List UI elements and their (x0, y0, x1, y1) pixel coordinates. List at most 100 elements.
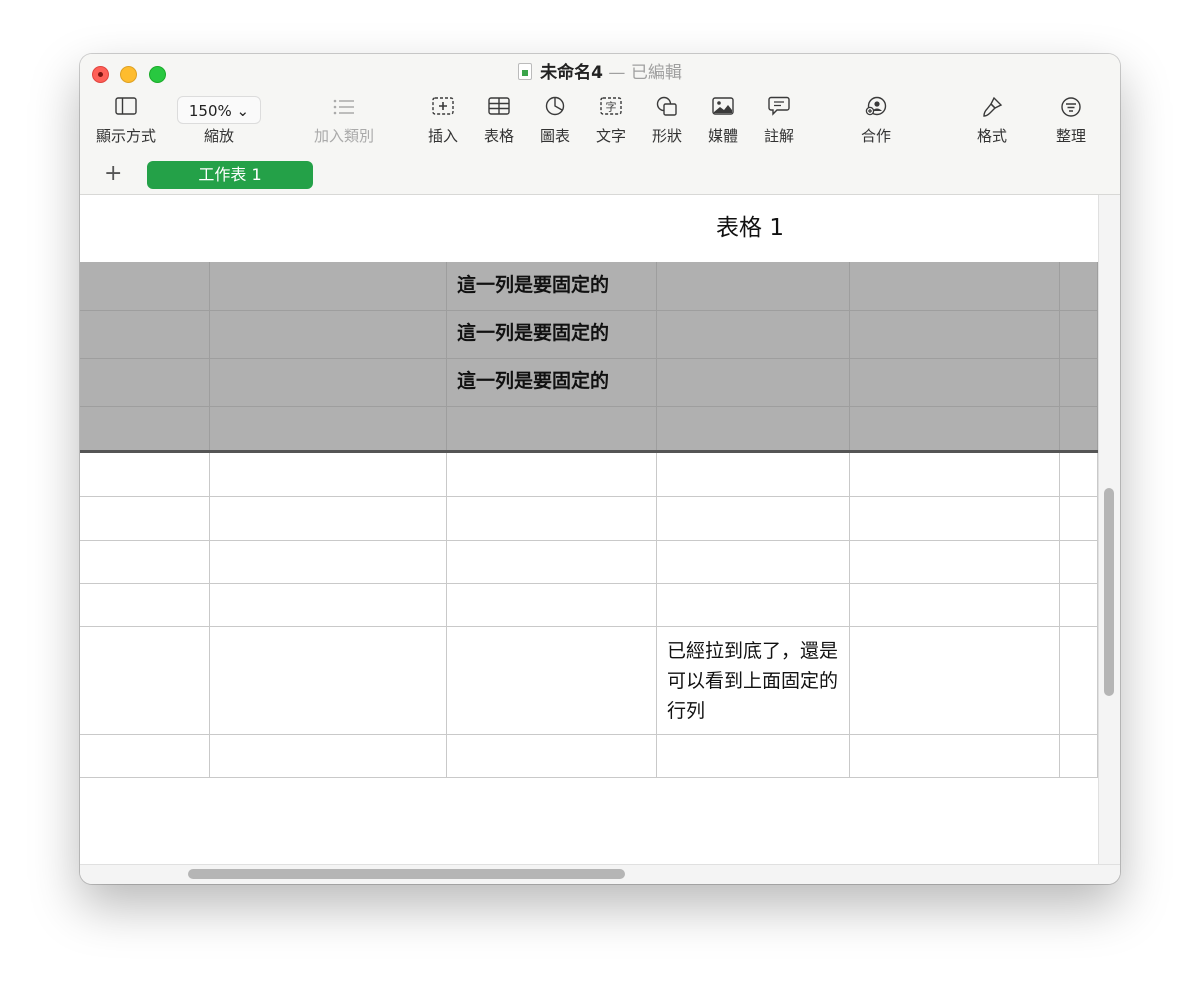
table-cell[interactable] (850, 262, 1060, 310)
table-cell[interactable] (657, 262, 850, 310)
table-cell[interactable] (1060, 358, 1098, 406)
table-cell[interactable] (80, 406, 210, 450)
collaborate-label: 合作 (860, 127, 891, 145)
table-cell[interactable] (657, 496, 850, 540)
table-cell[interactable] (210, 583, 447, 626)
list-icon (308, 96, 380, 124)
table-cell[interactable] (1060, 540, 1098, 583)
sheet-canvas[interactable]: 表格 1 這一列是要固定的 這一列是要固定的 這一列是要固定的 已經拉到底了，還是可以… (80, 195, 1098, 864)
table-row: 已經拉到底了，還是可以看到上面固定的行列 (80, 626, 1098, 734)
zoom-control[interactable]: 150% ⌄ 縮放 (176, 96, 262, 146)
shape-icon (647, 96, 687, 124)
table-cell[interactable] (210, 496, 447, 540)
table-cell[interactable] (447, 496, 657, 540)
table-cell[interactable] (210, 734, 447, 777)
table-cell[interactable] (80, 453, 210, 496)
add-category-button[interactable]: 加入類別 (308, 96, 380, 146)
chart-icon (535, 96, 575, 124)
table-cell[interactable] (80, 626, 210, 734)
table-cell[interactable] (447, 406, 657, 450)
table-cell[interactable] (1060, 626, 1098, 734)
table-cell[interactable] (657, 540, 850, 583)
table-cell[interactable] (850, 626, 1060, 734)
table-cell[interactable] (80, 310, 210, 358)
table-cell[interactable] (850, 453, 1060, 496)
shape-button[interactable]: 形狀 (647, 96, 687, 146)
document-title[interactable]: 未命名4 — 已編輯 (80, 62, 1120, 84)
table-cell[interactable] (657, 406, 850, 450)
table-cell[interactable] (447, 626, 657, 734)
add-sheet-button[interactable]: + (104, 161, 122, 187)
comment-icon (759, 96, 799, 124)
svg-text:字: 字 (606, 100, 617, 114)
table-cell[interactable] (80, 540, 210, 583)
row-divider (80, 358, 1098, 359)
table-cell[interactable] (850, 406, 1060, 450)
table-button[interactable]: 表格 (479, 96, 519, 146)
table-cell[interactable] (850, 496, 1060, 540)
header-row (80, 406, 1098, 450)
table-cell[interactable] (1060, 583, 1098, 626)
table-cell[interactable] (1060, 310, 1098, 358)
table-cell[interactable]: 這一列是要固定的 (447, 310, 657, 358)
title-bar: 未命名4 — 已編輯 顯示方式 150% ⌄ 縮放 加入類別 插入 表格 圖表 … (80, 54, 1120, 195)
table-cell[interactable]: 已經拉到底了，還是可以看到上面固定的行列 (657, 626, 850, 734)
table-cell[interactable] (210, 262, 447, 310)
media-button[interactable]: 媒體 (703, 96, 743, 146)
comment-button[interactable]: 註解 (759, 96, 799, 146)
table-cell[interactable] (447, 583, 657, 626)
table-cell[interactable] (210, 453, 447, 496)
table-cell[interactable] (657, 310, 850, 358)
media-icon (703, 96, 743, 124)
chart-button[interactable]: 圖表 (535, 96, 575, 146)
table-cell[interactable] (210, 626, 447, 734)
table-cell[interactable] (657, 358, 850, 406)
table-cell[interactable] (657, 453, 850, 496)
vertical-scroll-thumb[interactable] (1104, 488, 1114, 696)
table-cell[interactable] (80, 358, 210, 406)
table-title[interactable]: 表格 1 (80, 213, 1120, 243)
table-row (80, 496, 1098, 540)
table-cell[interactable] (447, 453, 657, 496)
table-cell[interactable] (850, 540, 1060, 583)
sheet-tab-1[interactable]: 工作表 1 (147, 161, 313, 189)
horizontal-scroll-thumb[interactable] (188, 869, 625, 879)
table-cell[interactable] (657, 583, 850, 626)
table-cell[interactable] (1060, 453, 1098, 496)
table-cell[interactable] (80, 583, 210, 626)
format-button[interactable]: 格式 (972, 96, 1012, 146)
insert-label: 插入 (427, 127, 458, 145)
table-cell[interactable] (850, 734, 1060, 777)
table-cell[interactable] (210, 406, 447, 450)
table-cell[interactable] (1060, 262, 1098, 310)
table-cell[interactable] (1060, 406, 1098, 450)
table-cell[interactable]: 這一列是要固定的 (447, 262, 657, 310)
table-cell[interactable] (850, 358, 1060, 406)
table-cell[interactable] (210, 358, 447, 406)
zoom-select[interactable]: 150% ⌄ (177, 96, 261, 124)
format-label: 格式 (976, 127, 1007, 145)
table-cell[interactable] (657, 734, 850, 777)
table-cell[interactable] (850, 310, 1060, 358)
organize-button[interactable]: 整理 (1051, 96, 1091, 146)
insert-button[interactable]: 插入 (423, 96, 463, 146)
table-row (80, 734, 1098, 777)
table-cell[interactable] (80, 496, 210, 540)
table-cell[interactable] (1060, 496, 1098, 540)
title-separator: — (608, 63, 626, 83)
table-cell[interactable] (80, 734, 210, 777)
table-cell[interactable] (80, 262, 210, 310)
table-cell[interactable] (1060, 734, 1098, 777)
table-cell[interactable]: 這一列是要固定的 (447, 358, 657, 406)
table-cell[interactable] (850, 583, 1060, 626)
text-button[interactable]: 字 文字 (591, 96, 631, 146)
header-row: 這一列是要固定的 (80, 358, 1098, 406)
collaborate-icon (856, 96, 896, 124)
numbers-window: 未命名4 — 已編輯 顯示方式 150% ⌄ 縮放 加入類別 插入 表格 圖表 … (80, 54, 1120, 884)
table-cell[interactable] (210, 540, 447, 583)
view-button[interactable]: 顯示方式 (94, 96, 158, 146)
collaborate-button[interactable]: 合作 (856, 96, 896, 146)
table-cell[interactable] (210, 310, 447, 358)
table-cell[interactable] (447, 540, 657, 583)
table-cell[interactable] (447, 734, 657, 777)
